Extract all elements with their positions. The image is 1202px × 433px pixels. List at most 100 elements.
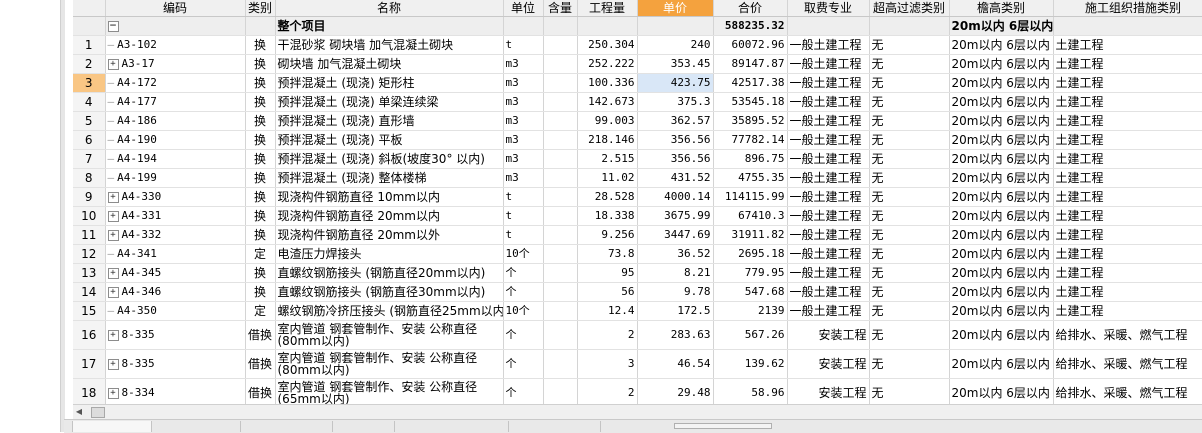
org-measure-cell[interactable]: 土建工程 [1053, 54, 1202, 74]
fee-profession-cell[interactable]: 安装工程 [787, 320, 870, 350]
unit-price-cell[interactable]: 3447.69 [637, 225, 714, 245]
unit-cell[interactable]: 个 [503, 263, 544, 283]
fee-profession-cell[interactable]: 一般土建工程 [787, 111, 870, 131]
collapse-icon[interactable]: − [107, 21, 119, 32]
type-cell[interactable]: 换 [245, 168, 276, 188]
quantity-cell[interactable]: 56 [577, 282, 638, 302]
eave-height-cell[interactable]: 20m以内 6层以内 [949, 35, 1054, 55]
row-number[interactable]: 12 [73, 244, 106, 264]
unit-price-cell[interactable]: 240 [637, 35, 714, 55]
unit-price-cell[interactable]: 362.57 [637, 111, 714, 131]
unit-price-cell[interactable]: 9.78 [637, 282, 714, 302]
header-unit[interactable]: 单位 [503, 0, 544, 17]
row-number[interactable]: 15 [73, 301, 106, 321]
expand-icon[interactable]: + [107, 387, 119, 399]
unit-cell[interactable]: m3 [503, 168, 544, 188]
quantity-cell[interactable]: 218.146 [577, 130, 638, 150]
type-cell[interactable]: 换 [245, 35, 276, 55]
unit-cell[interactable]: 个 [503, 282, 544, 302]
amount-cell[interactable]: 35895.52 [713, 111, 788, 131]
horizontal-scrollbar[interactable]: ◀ [73, 404, 1202, 419]
unit-cell[interactable]: t [503, 206, 544, 226]
content-cell[interactable] [543, 349, 578, 379]
amount-cell[interactable]: 77782.14 [713, 130, 788, 150]
table-row[interactable]: 11 + A4-332 换现浇构件钢筋直径 20mm以外 t 9.256 3447.69 31… [73, 225, 1202, 245]
quantity-cell[interactable]: 99.003 [577, 111, 638, 131]
quantity-cell[interactable]: 28.528 [577, 187, 638, 207]
amount-cell[interactable]: 60072.96 [713, 35, 788, 55]
bottom-tab[interactable] [242, 421, 333, 432]
content-cell[interactable] [543, 54, 578, 74]
header-unit-price[interactable]: 单价 [637, 0, 714, 17]
code-cell[interactable]: + A4-332 [105, 225, 246, 245]
type-cell[interactable]: 换 [245, 225, 276, 245]
row-number[interactable]: 14 [73, 282, 106, 302]
code-cell[interactable]: — A4-186 [105, 111, 246, 131]
row-number[interactable]: 17 [73, 349, 106, 379]
org-measure-cell[interactable]: 土建工程 [1053, 111, 1202, 131]
unit-price-cell[interactable]: 4000.14 [637, 187, 714, 207]
org-measure-cell[interactable]: 土建工程 [1053, 301, 1202, 321]
table-row[interactable]: 2 + A3-17 换砌块墙 加气混凝土砌块 m3 252.222 353.45 89147.… [73, 54, 1202, 74]
header-amount[interactable]: 合价 [713, 0, 788, 17]
eave-height-cell[interactable]: 20m以内 6层以内 [949, 244, 1054, 264]
type-cell[interactable]: 换 [245, 92, 276, 112]
type-cell[interactable]: 换 [245, 206, 276, 226]
type-cell[interactable]: 换 [245, 111, 276, 131]
name-cell[interactable]: 干混砂浆 砌块墙 加气混凝土砌块 [275, 35, 504, 55]
amount-cell[interactable]: 547.68 [713, 282, 788, 302]
amount-cell[interactable]: 67410.3 [713, 206, 788, 226]
row-number[interactable]: 18 [73, 378, 106, 404]
content-cell[interactable] [543, 35, 578, 55]
eave-height-cell[interactable]: 20m以内 6层以内 [949, 92, 1054, 112]
code-cell[interactable]: — A4-172 [105, 73, 246, 93]
bottom-tab[interactable] [510, 421, 601, 432]
unit-cell[interactable]: m3 [503, 92, 544, 112]
type-cell[interactable]: 换 [245, 263, 276, 283]
row-number[interactable]: 13 [73, 263, 106, 283]
eave-height-cell[interactable]: 20m以内 6层以内 [949, 282, 1054, 302]
eave-height-cell[interactable]: 20m以内 6层以内 [949, 73, 1054, 93]
quantity-cell[interactable]: 9.256 [577, 225, 638, 245]
unit-price-cell[interactable]: 29.48 [637, 378, 714, 404]
unit-price-cell[interactable]: 46.54 [637, 349, 714, 379]
org-measure-cell[interactable]: 土建工程 [1053, 282, 1202, 302]
height-filter-cell[interactable]: 无 [869, 187, 950, 207]
code-cell[interactable]: +8-335 [105, 349, 246, 379]
table-row[interactable]: 17 +8-335 借换 室内管道 钢套管制作、安装 公称直径(80mm以内) 个 3 46… [73, 349, 1202, 379]
org-measure-cell[interactable]: 土建工程 [1053, 130, 1202, 150]
quantity-cell[interactable]: 95 [577, 263, 638, 283]
eave-height-cell[interactable]: 20m以内 6层以内 [949, 149, 1054, 169]
eave-height-cell[interactable]: 20m以内 6层以内 [949, 225, 1054, 245]
unit-cell[interactable]: t [503, 35, 544, 55]
row-number[interactable]: 9 [73, 187, 106, 207]
unit-cell[interactable]: m3 [503, 130, 544, 150]
org-measure-cell[interactable]: 土建工程 [1053, 92, 1202, 112]
name-cell[interactable]: 预拌混凝土 (现浇) 直形墙 [275, 111, 504, 131]
row-number[interactable]: 5 [73, 111, 106, 131]
unit-price-cell[interactable]: 283.63 [637, 320, 714, 350]
table-row[interactable]: 18 +8-334 借换 室内管道 钢套管制作、安装 公称直径(65mm以内) 个 2 29… [73, 378, 1202, 404]
header-org-measures[interactable]: 施工组织措施类别 [1053, 0, 1202, 17]
expand-icon[interactable]: + [107, 229, 119, 241]
name-cell[interactable]: 直螺纹钢筋接头 (钢筋直径20mm以内) [275, 263, 504, 283]
org-measure-cell[interactable]: 土建工程 [1053, 206, 1202, 226]
name-cell[interactable]: 电渣压力焊接头 [275, 244, 504, 264]
expand-icon[interactable]: + [107, 210, 119, 222]
height-filter-cell[interactable]: 无 [869, 92, 950, 112]
unit-cell[interactable]: m3 [503, 149, 544, 169]
table-row[interactable]: 5— A4-186 换预拌混凝土 (现浇) 直形墙 m3 99.003 362.57 358… [73, 111, 1202, 131]
row-number[interactable]: 11 [73, 225, 106, 245]
content-cell[interactable] [543, 263, 578, 283]
quantity-cell[interactable]: 2 [577, 320, 638, 350]
content-cell[interactable] [543, 149, 578, 169]
code-cell[interactable]: — A4-190 [105, 130, 246, 150]
org-measure-cell[interactable]: 土建工程 [1053, 73, 1202, 93]
eave-height-cell[interactable]: 20m以内 6层以内 [949, 206, 1054, 226]
quantity-cell[interactable]: 100.336 [577, 73, 638, 93]
type-cell[interactable]: 换 [245, 130, 276, 150]
height-filter-cell[interactable]: 无 [869, 130, 950, 150]
table-row[interactable]: 16 +8-335 借换 室内管道 钢套管制作、安装 公称直径(80mm以内) 个 2 28… [73, 320, 1202, 350]
eave-height-cell[interactable]: 20m以内 6层以内 [949, 263, 1054, 283]
name-cell[interactable]: 砌块墙 加气混凝土砌块 [275, 54, 504, 74]
